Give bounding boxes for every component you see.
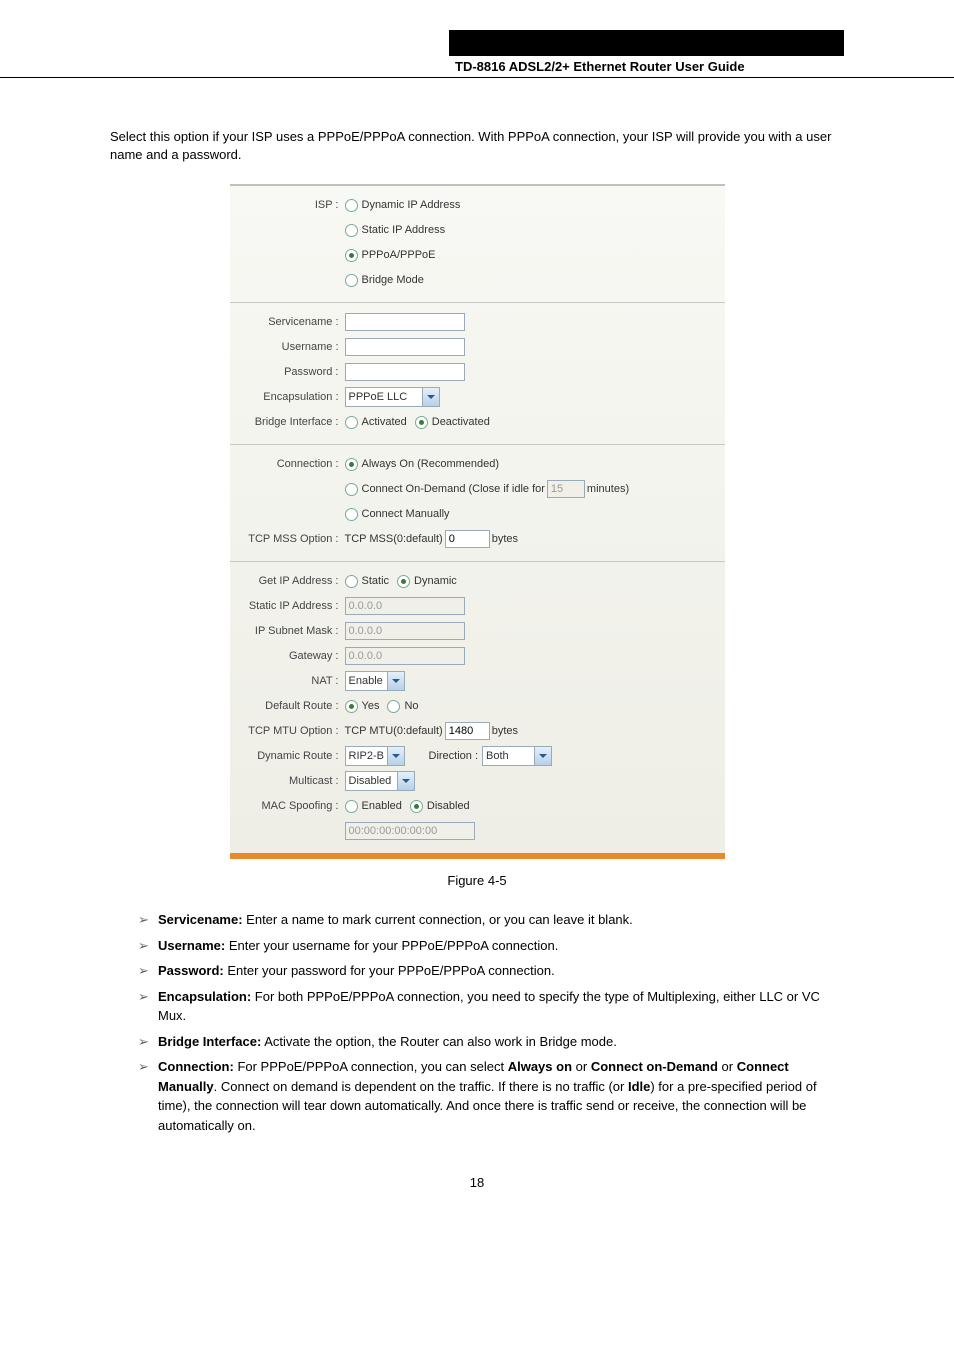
- isp-static-radio[interactable]: [345, 224, 358, 237]
- macspoof-enabled-label: Enabled: [362, 800, 402, 812]
- defroute-no-label: No: [404, 700, 418, 712]
- gateway-label: Gateway :: [230, 650, 345, 662]
- config-panel: ISP : Dynamic IP Address Static IP Addre…: [230, 184, 725, 859]
- list-item: ➢ Encapsulation: For both PPPoE/PPPoA co…: [138, 987, 844, 1026]
- bullet-icon: ➢: [138, 961, 158, 981]
- bullet-icon: ➢: [138, 910, 158, 930]
- conn-ondemand-radio[interactable]: [345, 483, 358, 496]
- mtu-pre: TCP MTU(0:default): [345, 725, 443, 737]
- page-number: 18: [110, 1175, 844, 1190]
- isp-pppoe-label: PPPoA/PPPoE: [362, 249, 436, 261]
- servicename-label: Servicename :: [230, 316, 345, 328]
- mtu-label: TCP MTU Option :: [230, 725, 345, 737]
- encapsulation-label: Encapsulation :: [230, 391, 345, 403]
- isp-bridge-radio[interactable]: [345, 274, 358, 287]
- macspoof-label: MAC Spoofing :: [230, 800, 345, 812]
- servicename-input[interactable]: [345, 313, 465, 331]
- header-model: TD-8816 ADSL2/2+ Ethernet Router User Gu…: [455, 59, 745, 74]
- subnet-input[interactable]: [345, 622, 465, 640]
- list-item: ➢ Servicename: Enter a name to mark curr…: [138, 910, 844, 930]
- header-bar-black: [449, 30, 844, 56]
- isp-dynamic-radio[interactable]: [345, 199, 358, 212]
- subnet-label: IP Subnet Mask :: [230, 625, 345, 637]
- defroute-yes-label: Yes: [362, 700, 380, 712]
- dynroute-label: Dynamic Route :: [230, 750, 345, 762]
- dynroute-select[interactable]: RIP2-B: [345, 746, 405, 766]
- mss-post: bytes: [492, 533, 518, 545]
- bridgeif-label: Bridge Interface :: [230, 416, 345, 428]
- getip-static-radio[interactable]: [345, 575, 358, 588]
- macspoof-enabled-radio[interactable]: [345, 800, 358, 813]
- isp-label: ISP :: [230, 199, 345, 211]
- staticip-label: Static IP Address :: [230, 600, 345, 612]
- list-item: ➢ Password: Enter your password for your…: [138, 961, 844, 981]
- bridgeif-activated-radio[interactable]: [345, 416, 358, 429]
- username-label: Username :: [230, 341, 345, 353]
- intro-paragraph: Select this option if your ISP uses a PP…: [110, 128, 844, 164]
- conn-always-label: Always On (Recommended): [362, 458, 500, 470]
- bullet-icon: ➢: [138, 987, 158, 1026]
- list-item: ➢ Connection: For PPPoE/PPPoA connection…: [138, 1057, 844, 1135]
- multicast-label: Multicast :: [230, 775, 345, 787]
- bridgeif-deactivated-label: Deactivated: [432, 416, 490, 428]
- encapsulation-select[interactable]: PPPoE LLC: [345, 387, 440, 407]
- bullet-icon: ➢: [138, 936, 158, 956]
- bullet-icon: ➢: [138, 1032, 158, 1052]
- defroute-label: Default Route :: [230, 700, 345, 712]
- macspoof-disabled-label: Disabled: [427, 800, 470, 812]
- isp-static-label: Static IP Address: [362, 224, 446, 236]
- isp-dynamic-label: Dynamic IP Address: [362, 199, 461, 211]
- mtu-post: bytes: [492, 725, 518, 737]
- direction-select[interactable]: Both: [482, 746, 552, 766]
- getip-label: Get IP Address :: [230, 575, 345, 587]
- staticip-input[interactable]: [345, 597, 465, 615]
- conn-manual-label: Connect Manually: [362, 508, 450, 520]
- mss-label: TCP MSS Option :: [230, 533, 345, 545]
- page-header: TD-8816 ADSL2/2+ Ethernet Router User Gu…: [0, 30, 954, 78]
- getip-dynamic-label: Dynamic: [414, 575, 457, 587]
- nat-select[interactable]: Enable: [345, 671, 405, 691]
- mss-input[interactable]: [445, 530, 490, 548]
- getip-dynamic-radio[interactable]: [397, 575, 410, 588]
- conn-ondemand-post: minutes): [587, 483, 629, 495]
- conn-ondemand-pre: Connect On-Demand (Close if idle for: [362, 483, 545, 495]
- macspoof-input[interactable]: [345, 822, 475, 840]
- list-item: ➢ Bridge Interface: Activate the option,…: [138, 1032, 844, 1052]
- direction-label: Direction :: [429, 750, 479, 762]
- password-input[interactable]: [345, 363, 465, 381]
- list-item: ➢ Username: Enter your username for your…: [138, 936, 844, 956]
- password-label: Password :: [230, 366, 345, 378]
- multicast-select[interactable]: Disabled: [345, 771, 415, 791]
- conn-manual-radio[interactable]: [345, 508, 358, 521]
- macspoof-disabled-radio[interactable]: [410, 800, 423, 813]
- nat-label: NAT :: [230, 675, 345, 687]
- bridgeif-deactivated-radio[interactable]: [415, 416, 428, 429]
- gateway-input[interactable]: [345, 647, 465, 665]
- bridgeif-activated-label: Activated: [362, 416, 407, 428]
- getip-static-label: Static: [362, 575, 390, 587]
- mss-pre: TCP MSS(0:default): [345, 533, 443, 545]
- isp-bridge-label: Bridge Mode: [362, 274, 424, 286]
- defroute-yes-radio[interactable]: [345, 700, 358, 713]
- conn-ondemand-input[interactable]: [547, 480, 585, 498]
- defroute-no-radio[interactable]: [387, 700, 400, 713]
- username-input[interactable]: [345, 338, 465, 356]
- panel-footer: [230, 853, 725, 859]
- connection-label: Connection :: [230, 458, 345, 470]
- bullet-list: ➢ Servicename: Enter a name to mark curr…: [110, 910, 844, 1135]
- figure-caption: Figure 4-5: [230, 873, 725, 888]
- bullet-icon: ➢: [138, 1057, 158, 1135]
- conn-always-radio[interactable]: [345, 458, 358, 471]
- mtu-input[interactable]: [445, 722, 490, 740]
- isp-pppoe-radio[interactable]: [345, 249, 358, 262]
